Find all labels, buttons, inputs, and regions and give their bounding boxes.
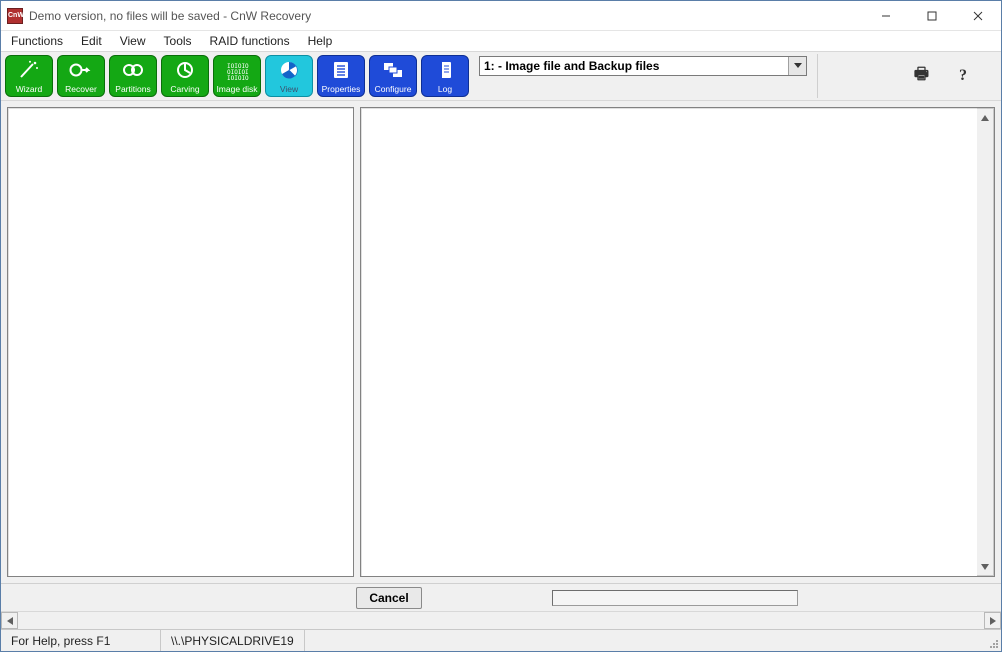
statusbar: For Help, press F1 \\.\PHYSICALDRIVE19: [1, 629, 1001, 651]
image-disk-button[interactable]: IOIOIOOIOIOIIOIOIO Image disk: [213, 55, 261, 97]
recover-icon: [69, 56, 93, 84]
properties-icon: [330, 56, 352, 84]
minimize-button[interactable]: [863, 1, 909, 30]
action-bar: Cancel: [1, 583, 1001, 611]
drive-select[interactable]: 1: - Image file and Backup files: [479, 56, 807, 76]
app-icon: CnW: [7, 8, 23, 24]
help-icon[interactable]: ?: [959, 67, 967, 85]
cancel-label: Cancel: [369, 591, 408, 605]
window-controls: [863, 1, 1001, 30]
log-icon: [434, 56, 456, 84]
properties-button[interactable]: Properties: [317, 55, 365, 97]
properties-label: Properties: [322, 84, 361, 94]
recover-label: Recover: [65, 84, 97, 94]
chevron-down-icon[interactable]: [788, 57, 806, 75]
progress-field: [552, 590, 798, 606]
wand-icon: [18, 56, 40, 84]
tree-pane[interactable]: [7, 107, 354, 577]
list-pane[interactable]: [361, 108, 977, 576]
resize-grip[interactable]: [983, 630, 1001, 651]
scroll-left-icon[interactable]: [1, 612, 18, 629]
log-button[interactable]: Log: [421, 55, 469, 97]
vertical-scrollbar[interactable]: [977, 108, 994, 576]
menu-edit[interactable]: Edit: [79, 32, 104, 50]
scroll-down-icon[interactable]: [977, 558, 993, 575]
configure-label: Configure: [375, 84, 412, 94]
status-help: For Help, press F1: [1, 630, 161, 651]
print-icon[interactable]: 🖶: [914, 63, 929, 90]
wizard-button[interactable]: Wizard: [5, 55, 53, 97]
partitions-button[interactable]: Partitions: [109, 55, 157, 97]
partitions-icon: [121, 56, 145, 84]
recover-button[interactable]: Recover: [57, 55, 105, 97]
horizontal-scrollbar[interactable]: [1, 611, 1001, 629]
close-button[interactable]: [955, 1, 1001, 30]
menu-raid-functions[interactable]: RAID functions: [208, 32, 292, 50]
titlebar: CnW Demo version, no files will be saved…: [1, 1, 1001, 31]
binary-icon: IOIOIOOIOIOIIOIOIO: [225, 56, 249, 84]
menu-help[interactable]: Help: [306, 32, 335, 50]
toolbar: Wizard Recover Partitions Carving IOIOIO…: [1, 51, 1001, 101]
list-pane-wrap: [360, 107, 995, 577]
image-disk-label: Image disk: [216, 84, 257, 94]
log-label: Log: [438, 84, 452, 94]
view-label: View: [280, 84, 298, 94]
carving-button[interactable]: Carving: [161, 55, 209, 97]
drive-select-value: 1: - Image file and Backup files: [484, 59, 659, 73]
maximize-button[interactable]: [909, 1, 955, 30]
menu-tools[interactable]: Tools: [162, 32, 194, 50]
partitions-label: Partitions: [115, 84, 150, 94]
scroll-right-icon[interactable]: [984, 612, 1001, 629]
carving-icon: [174, 56, 196, 84]
menu-view[interactable]: View: [118, 32, 148, 50]
menubar: Functions Edit View Tools RAID functions…: [1, 31, 1001, 51]
status-drive-path: \\.\PHYSICALDRIVE19: [161, 630, 305, 651]
carving-label: Carving: [170, 84, 199, 94]
pie-icon: [278, 56, 300, 84]
window-title: Demo version, no files will be saved - C…: [29, 9, 863, 23]
view-button[interactable]: View: [265, 55, 313, 97]
svg-text:IOIOIO: IOIOIO: [227, 75, 249, 80]
cancel-button[interactable]: Cancel: [356, 587, 422, 609]
main-area: [1, 101, 1001, 583]
scroll-up-icon[interactable]: [977, 109, 993, 126]
configure-icon: [381, 56, 405, 84]
menu-functions[interactable]: Functions: [9, 32, 65, 50]
configure-button[interactable]: Configure: [369, 55, 417, 97]
wizard-label: Wizard: [16, 84, 42, 94]
